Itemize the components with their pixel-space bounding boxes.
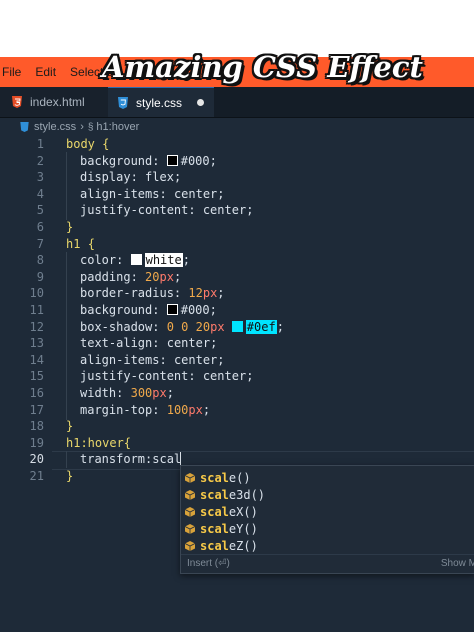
- method-icon: [185, 523, 195, 534]
- suggestion-item[interactable]: scal eX(): [181, 503, 474, 520]
- line-number: 8: [36, 253, 44, 268]
- suggestion-item[interactable]: scal e3d(): [181, 486, 474, 503]
- code-line: text-align: center;: [80, 336, 218, 351]
- method-icon: [185, 506, 195, 517]
- menu-edit[interactable]: Edit: [35, 65, 56, 79]
- method-icon: [185, 472, 195, 483]
- tab-index-html[interactable]: index.html: [0, 87, 108, 117]
- method-icon: [185, 489, 195, 500]
- top-blank-area: [0, 0, 474, 57]
- tab-bar: index.html style.css: [0, 87, 474, 118]
- line-number: 13: [29, 336, 44, 351]
- code-line: justify-content: center;: [80, 203, 254, 218]
- code-line: box-shadow: 0 0 20px #0ef;: [80, 319, 284, 334]
- code-line: padding: 20px;: [80, 269, 182, 284]
- color-swatch[interactable]: [166, 154, 178, 166]
- line-number: 15: [29, 369, 44, 384]
- show-more-link[interactable]: Show M: [441, 558, 474, 569]
- code-line: body {: [66, 137, 110, 151]
- color-swatch[interactable]: [231, 320, 243, 332]
- selector-symbol-icon: §: [87, 121, 94, 133]
- suggestion-item[interactable]: scal eY(): [181, 520, 474, 537]
- code-line: width: 300px;: [80, 386, 174, 400]
- line-number: 10: [29, 286, 44, 301]
- line-number: 2: [36, 153, 44, 168]
- line-number: 1: [36, 137, 44, 151]
- line-number: 7: [36, 236, 44, 251]
- code-line: h1:hover{: [66, 435, 132, 450]
- code-line-active: transform:scal: [80, 452, 182, 467]
- line-number: 5: [36, 203, 44, 218]
- chevron-right-icon: ›: [80, 121, 84, 133]
- line-number: 12: [29, 319, 44, 334]
- line-number-active: 20: [29, 452, 44, 467]
- color-swatch[interactable]: [130, 254, 142, 266]
- suggestion-footer: Insert (⏎) Show M: [181, 554, 474, 572]
- breadcrumb-symbol[interactable]: h1:hover: [96, 121, 139, 133]
- overlay-title: Amazing CSS Effect: [102, 50, 423, 84]
- code-line: background: #000;: [80, 153, 217, 168]
- line-number: 4: [36, 186, 44, 201]
- code-line: }: [66, 220, 74, 234]
- line-number: 14: [29, 352, 44, 367]
- line-number: 6: [36, 220, 44, 234]
- color-swatch[interactable]: [166, 304, 178, 315]
- unsaved-dot-icon[interactable]: [197, 99, 204, 106]
- line-number-gutter: 1 2 3 4 5 6 7 8 9 10 11 12 13 14 15 16 1…: [0, 136, 52, 632]
- line-number: 11: [29, 303, 44, 317]
- suggestion-item[interactable]: scal eZ(): [181, 537, 474, 554]
- line-number: 18: [29, 419, 44, 434]
- menu-file[interactable]: File: [2, 65, 21, 79]
- code-line: align-items: center;: [80, 186, 225, 201]
- line-number: 21: [29, 469, 44, 483]
- insert-hint: Insert (⏎): [187, 558, 230, 569]
- line-number: 3: [36, 170, 44, 185]
- code-line: }: [66, 469, 74, 483]
- code-line: color: white;: [80, 253, 190, 268]
- tab-label: index.html: [30, 95, 85, 109]
- breadcrumb-file[interactable]: style.css: [34, 121, 76, 133]
- code-line: }: [66, 419, 74, 434]
- code-line: justify-content: center;: [80, 369, 254, 384]
- code-line: margin-top: 100px;: [80, 402, 211, 417]
- screen: File Edit Selection Amazing CSS Effect i…: [0, 0, 474, 632]
- breadcrumb: style.css › § h1:hover: [0, 118, 474, 136]
- code-line: display: flex;: [80, 170, 182, 185]
- line-number: 17: [29, 402, 44, 417]
- code-line: h1 {: [66, 236, 95, 251]
- line-number: 19: [29, 435, 44, 450]
- code-line: background: #000;: [80, 303, 217, 317]
- method-icon: [185, 540, 195, 551]
- css3-icon: [20, 122, 29, 132]
- tab-label: style.css: [136, 95, 183, 110]
- code-line: border-radius: 12px;: [80, 286, 225, 301]
- line-number: 16: [29, 386, 44, 400]
- code-line: align-items: center;: [80, 352, 225, 367]
- html5-icon: [12, 96, 22, 108]
- autocomplete-suggestions[interactable]: scal e() scal e3d() scal eX() scal eY() scal…: [180, 465, 474, 574]
- suggestion-item[interactable]: scal e(): [181, 469, 474, 486]
- tab-style-css[interactable]: style.css: [108, 87, 214, 117]
- line-number: 9: [36, 269, 44, 284]
- css3-icon: [118, 96, 128, 109]
